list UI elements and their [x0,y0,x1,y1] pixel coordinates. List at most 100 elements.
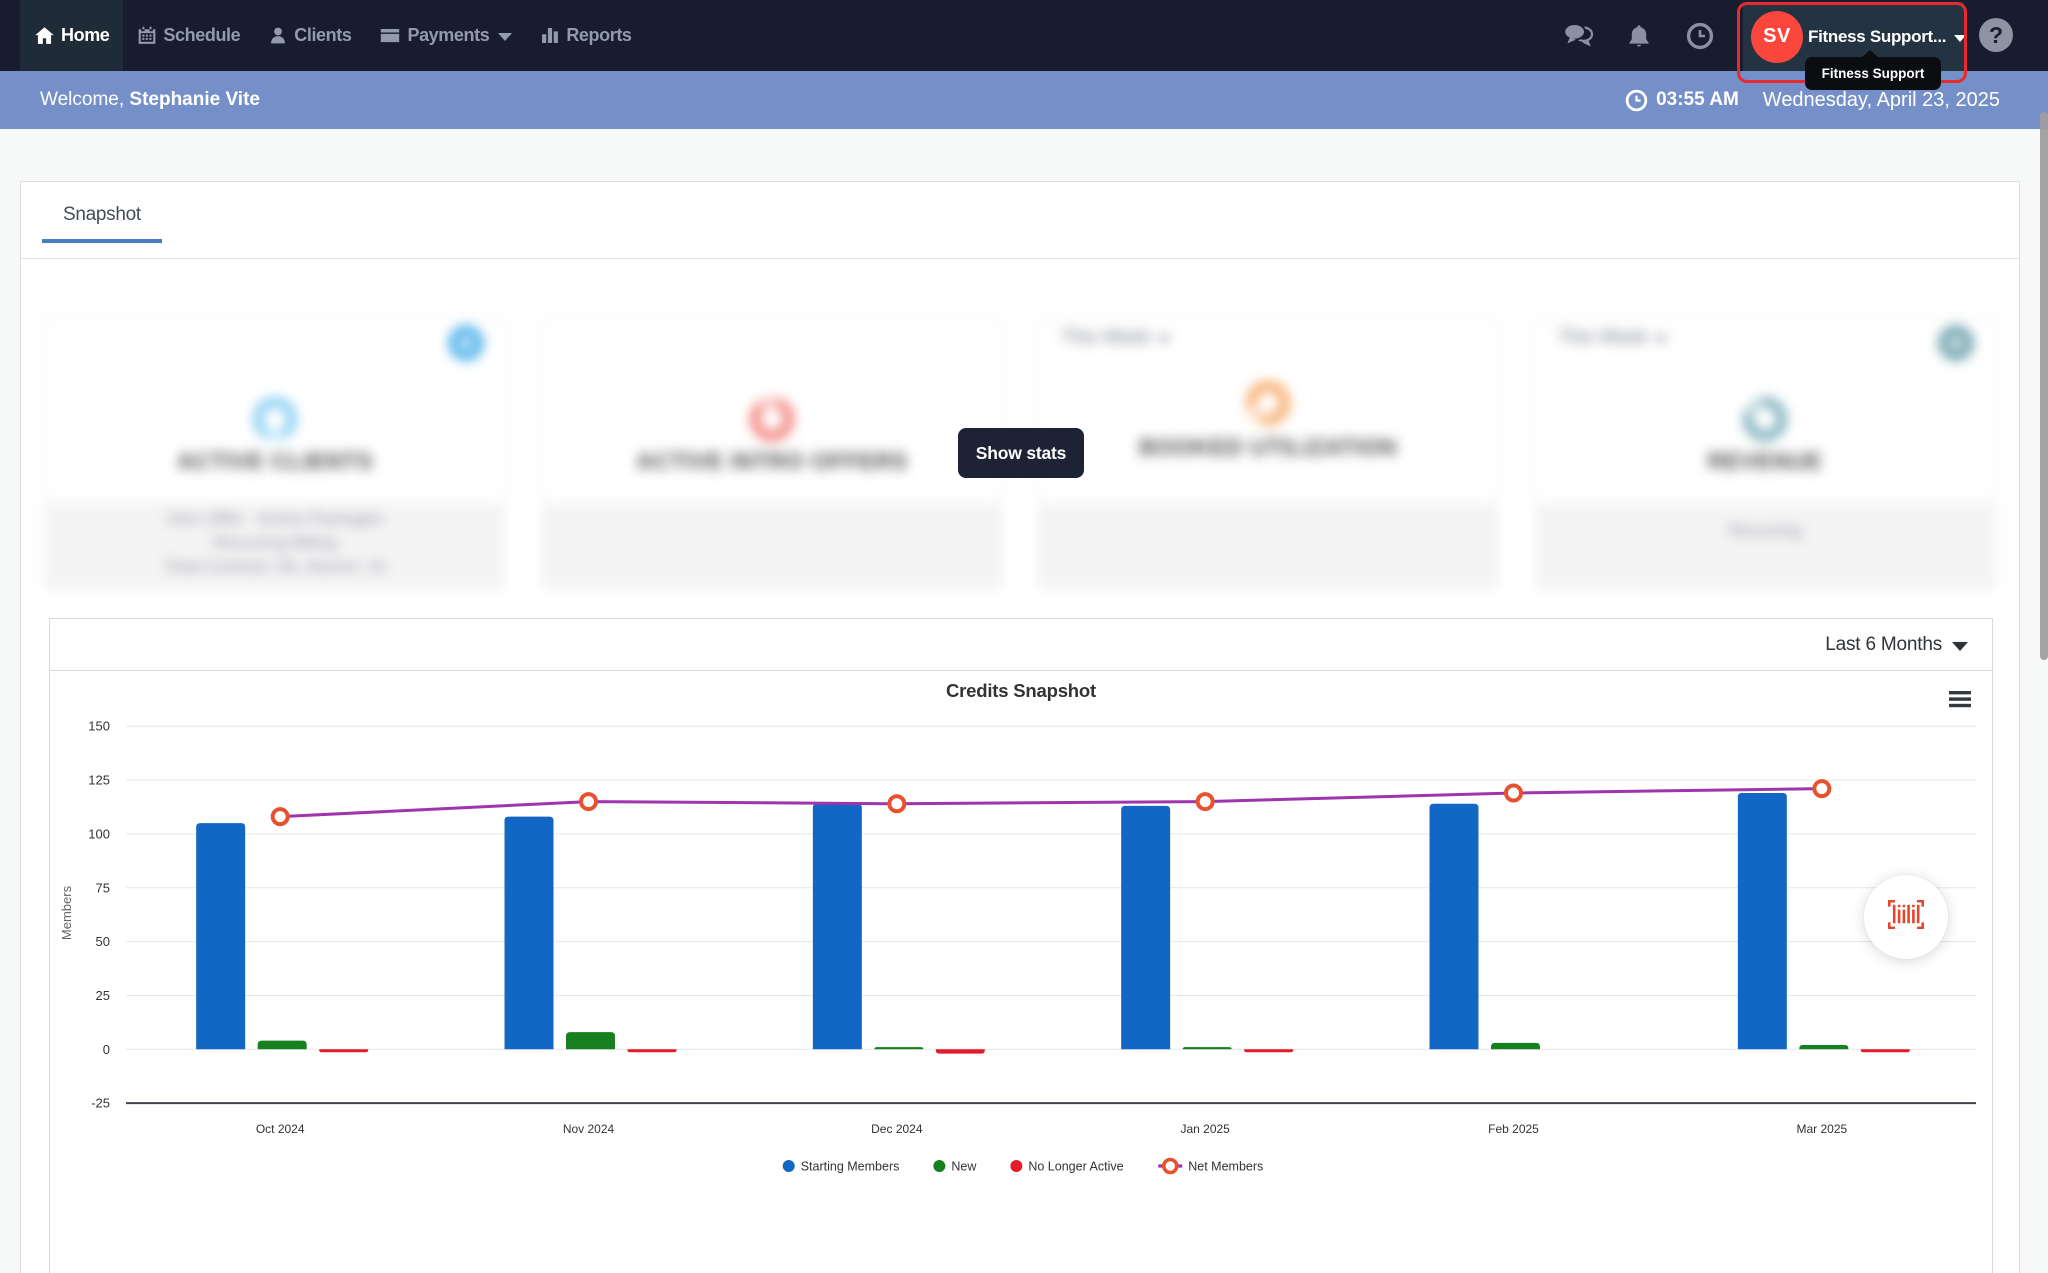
range-dropdown[interactable]: Last 6 Months [1825,619,1968,671]
nav-item-label: Clients [294,25,351,46]
stat-card-footer: Intro Offer - Active PackagesRecurring B… [46,502,504,588]
legend-item: Net Members [1158,1160,1263,1174]
home-icon [34,25,55,46]
current-date: Wednesday, April 23, 2025 [1763,89,2000,112]
stat-card-footer [1039,502,1497,588]
stat-card-title: ACTIVE CLIENTS [46,448,504,475]
chart-title: Credits Snapshot [946,680,1096,701]
svg-text:Nov 2024: Nov 2024 [563,1122,615,1136]
calendar-icon [137,25,157,46]
svg-text:0: 0 [103,1042,110,1057]
nav-item-payments[interactable]: Payments [365,0,526,71]
nav-item-reports[interactable]: Reports [526,0,645,71]
svg-text:Starting Members: Starting Members [801,1160,900,1174]
chart-panel-header: Last 6 Months [50,619,1992,671]
svg-text:Dec 2024: Dec 2024 [871,1122,923,1136]
welcome-bar: Welcome, Stephanie Vite 03:55 AM Wednesd… [0,71,2048,129]
svg-text:Mar 2025: Mar 2025 [1796,1122,1847,1136]
svg-text:No Longer Active: No Longer Active [1028,1160,1123,1174]
tab-label: Snapshot [63,204,141,226]
tab-active-underline [42,239,162,243]
chevron-down-icon [1158,336,1170,343]
credits-snapshot-chart: Credits Snapshot -25 0 25 50 75 100 125 150 Membe… [50,671,1992,1273]
tooltip-arrow-icon [1861,50,1879,58]
svg-text:Jan 2025: Jan 2025 [1180,1122,1230,1136]
barcode-scan-icon [1888,900,1924,934]
stat-card-revenue: This Week REVENUE Recurring [1535,315,1995,589]
svg-text:-25: -25 [91,1096,110,1111]
scan-widget-button[interactable] [1864,875,1948,959]
show-stats-button[interactable]: Show stats [958,428,1084,478]
person-icon [268,25,288,46]
nav-item-clients[interactable]: Clients [254,0,365,71]
period-dropdown[interactable]: This Week [1061,327,1170,349]
stat-card-title: ACTIVE INTRO OFFERS [543,448,1001,475]
loading-spinner [1245,380,1291,431]
svg-text:Oct 2024: Oct 2024 [256,1122,305,1136]
current-time: 03:55 AM [1656,89,1739,111]
legend-item: New [933,1160,977,1174]
chart-panel: Last 6 Months Credits Snapshot -25 0 25 50 75… [49,618,1993,1273]
scrollbar-thumb[interactable] [2040,112,2048,660]
stat-card-footer [543,502,1001,588]
svg-text:Members: Members [59,885,74,940]
series-no-longer-active [319,1049,1910,1053]
welcome-greeting: Welcome, [40,89,124,111]
chat-icon[interactable] [1563,0,1594,71]
user-tooltip: Fitness Support [1805,57,1941,90]
welcome-name: Stephanie Vite [129,89,260,111]
svg-text:125: 125 [88,773,110,788]
stat-card-booked-utilization: This Week BOOKED UTILIZATION [1038,315,1498,589]
series-new [258,1032,1849,1049]
stat-card-title: BOOKED UTILIZATION [1039,434,1497,461]
svg-text:150: 150 [88,719,110,734]
stat-card-footer: Recurring [1536,502,1994,588]
bell-icon[interactable] [1627,0,1651,71]
bar-chart-icon [540,25,560,46]
loading-spinner [252,396,298,447]
chevron-down-icon [498,33,512,41]
period-dropdown[interactable]: This Week [1558,327,1667,349]
hamburger-icon [1949,691,1971,707]
snapshot-card: Snapshot ACTIVE CLIENTS Intro Offer - Act… [20,181,2020,1273]
stat-card-title: REVENUE [1536,448,1994,475]
legend-item: No Longer Active [1010,1160,1123,1174]
svg-text:Feb 2025: Feb 2025 [1488,1122,1539,1136]
nav-item-home[interactable]: Home [20,0,123,71]
chevron-down-icon [1952,642,1968,651]
gear-icon[interactable] [448,325,484,366]
nav-item-label: Reports [566,25,631,46]
svg-text:25: 25 [96,988,110,1003]
stat-card-active-intro-offers: ACTIVE INTRO OFFERS [542,315,1002,589]
chevron-down-icon [1655,336,1667,343]
gear-icon[interactable] [1938,325,1974,366]
user-display-name: Fitness Support... [1808,27,1946,47]
nav-item-label: Payments [407,25,489,46]
series-starting-members [196,793,1787,1049]
loading-spinner [1742,396,1788,447]
clock-icon [1625,89,1648,112]
tab-bar: Snapshot [21,182,2019,259]
svg-text:Net Members: Net Members [1188,1160,1263,1174]
svg-text:New: New [951,1160,977,1174]
svg-text:75: 75 [96,880,110,895]
loading-spinner [749,396,795,447]
clock-icon[interactable] [1686,0,1714,71]
svg-text:100: 100 [88,826,110,841]
nav-item-schedule[interactable]: Schedule [123,0,254,71]
nav-item-label: Home [61,25,109,46]
credit-card-icon [379,25,401,46]
tooltip-text: Fitness Support [1822,66,1925,81]
chevron-down-icon [1954,35,1966,42]
help-icon[interactable]: ? [1979,18,2013,52]
welcome-message: Welcome, Stephanie Vite [40,71,260,129]
tab-snapshot[interactable]: Snapshot [42,194,162,236]
stat-card-active-clients: ACTIVE CLIENTS Intro Offer - Active Packa… [45,315,505,589]
nav-item-label: Schedule [163,25,240,46]
legend-item: Starting Members [783,1160,900,1174]
avatar: SV [1751,11,1803,63]
top-navbar: Home Schedule Clients Payments [0,0,2048,71]
range-label: Last 6 Months [1825,634,1942,656]
svg-text:50: 50 [96,934,110,949]
primary-nav: Home Schedule Clients Payments [20,0,646,71]
